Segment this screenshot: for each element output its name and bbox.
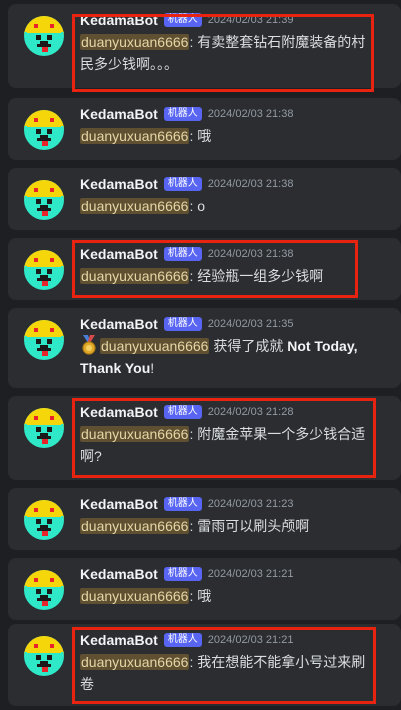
message-timestamp[interactable]: 2024/02/03 21:39 <box>208 14 294 26</box>
bot-tag-badge: 机器人 <box>163 633 202 647</box>
bot-avatar[interactable] <box>24 570 64 610</box>
bot-avatar[interactable] <box>24 180 64 220</box>
player-name: duanyuxuan6666 <box>80 654 190 670</box>
bot-avatar[interactable] <box>24 500 64 540</box>
bot-avatar[interactable] <box>24 250 64 290</box>
message-body: duanyuxuan6666: 我在想能不能拿小号过来刷卷 <box>80 651 372 695</box>
player-name: duanyuxuan6666 <box>80 128 190 144</box>
achievement-prefix: 获得了成就 <box>209 338 288 354</box>
message-timestamp[interactable]: 2024/02/03 21:21 <box>208 634 294 646</box>
bot-username[interactable]: KedamaBot <box>80 106 158 122</box>
bot-avatar[interactable] <box>24 408 64 448</box>
bot-tag-badge: 机器人 <box>163 13 202 27</box>
player-name: duanyuxuan6666 <box>80 518 190 534</box>
achievement-suffix: ! <box>150 360 155 376</box>
bot-username[interactable]: KedamaBot <box>80 404 158 420</box>
message-body: duanyuxuan6666 获得了成就 Not Today, Thank Yo… <box>80 335 372 379</box>
message-body: duanyuxuan6666: 有卖整套钻石附魔装备的村民多少钱啊。。。 <box>80 31 372 75</box>
message-item[interactable]: KedamaBot 机器人 2024/02/03 21:39 duanyuxua… <box>8 4 401 88</box>
message-feed: KedamaBot 机器人 2024/02/03 21:39 duanyuxua… <box>0 0 401 710</box>
message-timestamp[interactable]: 2024/02/03 21:38 <box>208 108 294 120</box>
message-timestamp[interactable]: 2024/02/03 21:38 <box>208 178 294 190</box>
bot-tag-badge: 机器人 <box>163 317 202 331</box>
message-timestamp[interactable]: 2024/02/03 21:23 <box>208 498 294 510</box>
medal-icon <box>80 335 98 355</box>
creeper-face-icon <box>24 110 64 150</box>
message-body: duanyuxuan6666: 经验瓶一组多少钱啊 <box>80 265 372 287</box>
message-body: duanyuxuan6666: 雷雨可以刷头颅啊 <box>80 515 372 537</box>
message-body: duanyuxuan6666: o <box>80 195 372 217</box>
bot-avatar[interactable] <box>24 636 64 676</box>
message-timestamp[interactable]: 2024/02/03 21:28 <box>208 406 294 418</box>
bot-username[interactable]: KedamaBot <box>80 176 158 192</box>
message-item[interactable]: KedamaBot 机器人 2024/02/03 21:28 duanyuxua… <box>8 396 401 480</box>
bot-username[interactable]: KedamaBot <box>80 316 158 332</box>
bot-username[interactable]: KedamaBot <box>80 496 158 512</box>
message-text: 哦 <box>193 588 212 604</box>
message-item[interactable]: KedamaBot 机器人 2024/02/03 21:38 duanyuxua… <box>8 168 401 230</box>
bot-tag-badge: 机器人 <box>163 405 202 419</box>
creeper-face-icon <box>24 16 64 56</box>
creeper-face-icon <box>24 180 64 220</box>
player-name: duanyuxuan6666 <box>80 268 190 284</box>
player-name: duanyuxuan6666 <box>80 426 190 442</box>
message-item[interactable]: KedamaBot 机器人 2024/02/03 21:35 duanyuxua… <box>8 308 401 388</box>
creeper-face-icon <box>24 500 64 540</box>
message-item[interactable]: KedamaBot 机器人 2024/02/03 21:38 duanyuxua… <box>8 238 401 300</box>
creeper-face-icon <box>24 250 64 290</box>
bot-avatar[interactable] <box>24 110 64 150</box>
message-text: 经验瓶一组多少钱啊 <box>193 268 324 284</box>
message-body: duanyuxuan6666: 哦 <box>80 125 372 147</box>
message-timestamp[interactable]: 2024/02/03 21:21 <box>208 568 294 580</box>
bot-username[interactable]: KedamaBot <box>80 12 158 28</box>
bot-tag-badge: 机器人 <box>163 107 202 121</box>
bot-tag-badge: 机器人 <box>163 247 202 261</box>
bot-avatar[interactable] <box>24 16 64 56</box>
message-timestamp[interactable]: 2024/02/03 21:35 <box>208 318 294 330</box>
message-timestamp[interactable]: 2024/02/03 21:38 <box>208 248 294 260</box>
bot-username[interactable]: KedamaBot <box>80 566 158 582</box>
bot-username[interactable]: KedamaBot <box>80 246 158 262</box>
creeper-face-icon <box>24 408 64 448</box>
creeper-face-icon <box>24 636 64 676</box>
player-name: duanyuxuan6666 <box>80 198 190 214</box>
message-item[interactable]: KedamaBot 机器人 2024/02/03 21:21 duanyuxua… <box>8 558 401 620</box>
bot-tag-badge: 机器人 <box>163 567 202 581</box>
player-name: duanyuxuan6666 <box>100 338 210 354</box>
message-item[interactable]: KedamaBot 机器人 2024/02/03 21:23 duanyuxua… <box>8 488 401 550</box>
bot-avatar[interactable] <box>24 320 64 360</box>
message-body: duanyuxuan6666: 哦 <box>80 585 372 607</box>
message-body: duanyuxuan6666: 附魔金苹果一个多少钱合适啊? <box>80 423 372 467</box>
creeper-face-icon <box>24 320 64 360</box>
player-name: duanyuxuan6666 <box>80 34 190 50</box>
bot-tag-badge: 机器人 <box>163 177 202 191</box>
message-item[interactable]: KedamaBot 机器人 2024/02/03 21:21 duanyuxua… <box>8 624 401 706</box>
message-text: 雷雨可以刷头颅啊 <box>193 518 310 534</box>
player-name: duanyuxuan6666 <box>80 588 190 604</box>
message-item[interactable]: KedamaBot 机器人 2024/02/03 21:38 duanyuxua… <box>8 98 401 160</box>
bot-username[interactable]: KedamaBot <box>80 632 158 648</box>
message-text: 哦 <box>193 128 212 144</box>
creeper-face-icon <box>24 570 64 610</box>
message-text: o <box>193 198 206 214</box>
bot-tag-badge: 机器人 <box>163 497 202 511</box>
